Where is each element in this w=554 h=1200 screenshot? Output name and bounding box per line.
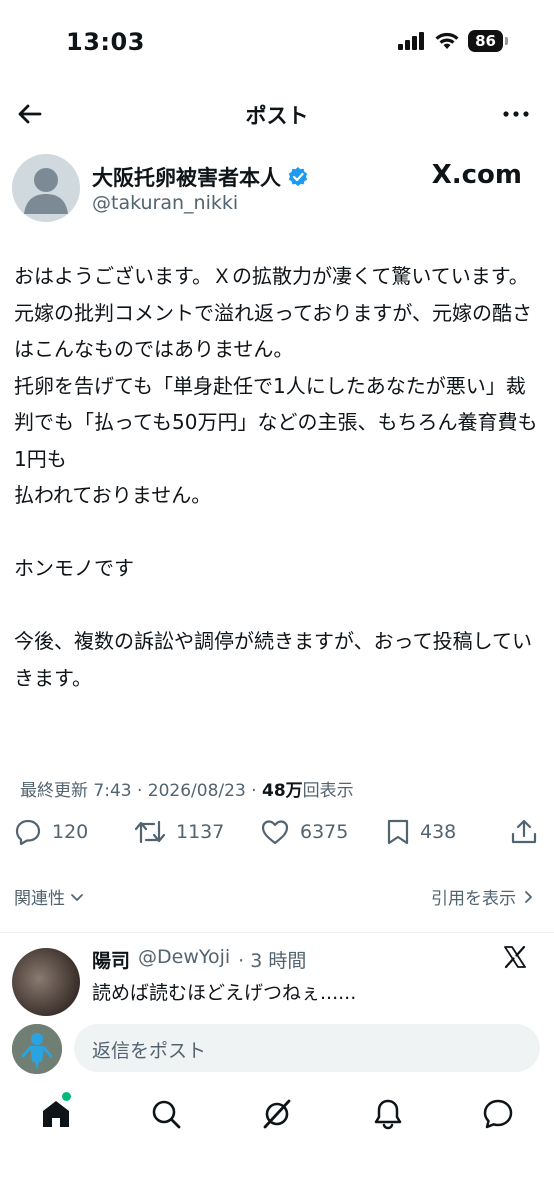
battery-level: 86 <box>468 30 503 52</box>
author-name-text: 大阪托卵被害者本人 <box>92 166 281 190</box>
author-handle[interactable]: @takuran_nikki <box>92 192 238 214</box>
more-dots-icon[interactable] <box>500 98 532 130</box>
sort-dropdown[interactable]: 関連性 <box>14 884 85 909</box>
home-icon[interactable] <box>40 1098 72 1130</box>
wifi-icon <box>435 32 459 49</box>
search-icon[interactable] <box>150 1098 182 1130</box>
repost-button[interactable]: 1137 <box>134 818 224 846</box>
verified-badge-icon <box>288 167 308 187</box>
post-meta: 最終更新 7:43 · 2026/08/23 · 48万回表示 <box>20 776 354 801</box>
avatar[interactable] <box>12 154 80 222</box>
author-name[interactable]: 大阪托卵被害者本人 <box>92 162 309 192</box>
reply-time: · 3 時間 <box>238 950 307 972</box>
post-header: ポスト <box>0 90 554 138</box>
repost-icon <box>134 820 166 844</box>
reply-text: 読めば読むほどえげつねぇ...... <box>92 982 357 1004</box>
view-label: 回表示 <box>302 781 354 801</box>
notification-dot <box>62 1092 71 1101</box>
user-avatar-figure-icon <box>12 1024 62 1074</box>
view-quotes-label: 引用を表示 <box>431 889 516 909</box>
reply-avatar[interactable] <box>12 948 80 1016</box>
page-title: ポスト <box>245 104 309 128</box>
view-count[interactable]: 48万 <box>262 781 303 801</box>
like-button[interactable]: 6375 <box>260 818 348 846</box>
reply-count: 120 <box>52 821 89 843</box>
bell-icon[interactable] <box>372 1098 404 1130</box>
reply-composer: 返信をポスト <box>0 1022 554 1080</box>
reply-button[interactable]: 120 <box>14 818 88 846</box>
bookmark-icon <box>387 819 409 845</box>
messages-icon[interactable] <box>482 1098 514 1130</box>
sort-label: 関連性 <box>14 889 65 909</box>
status-bar: 13:03 86 <box>0 0 554 80</box>
heart-icon <box>261 820 289 845</box>
battery-nub <box>505 37 508 45</box>
post-text: おはようございます。Ｘの拡散力が凄くて驚いています。 元嫁の批判コメントで溢れ返… <box>14 264 538 690</box>
reply-icon <box>15 819 41 846</box>
current-user-avatar[interactable] <box>12 1024 62 1074</box>
post-author: 大阪托卵被害者本人 @takuran_nikki X.com <box>0 152 554 232</box>
bookmark-button[interactable]: 438 <box>386 818 456 846</box>
reply-input[interactable]: 返信をポスト <box>74 1024 540 1072</box>
status-indicators: 86 <box>398 30 508 52</box>
reply-item[interactable]: 陽司 @DewYoji · 3 時間 読めば読むほどえげつねぇ...... <box>0 944 554 1024</box>
share-icon[interactable] <box>510 818 538 846</box>
chevron-down-icon <box>71 893 83 901</box>
grok-icon[interactable] <box>261 1098 293 1130</box>
reply-author-handle[interactable]: @DewYoji <box>138 946 230 973</box>
reply-input-placeholder: 返信をポスト <box>92 1040 207 1062</box>
cellular-signal-icon <box>398 32 425 50</box>
chevron-right-icon <box>525 890 532 903</box>
source-logo: X.com <box>431 160 522 190</box>
x-logo-icon <box>504 945 526 969</box>
bottom-tab-bar <box>0 1086 554 1150</box>
divider <box>0 932 554 933</box>
post-timestamp: 最終更新 7:43 · 2026/08/23 · <box>20 781 262 801</box>
repost-count: 1137 <box>176 821 225 843</box>
reply-header: 陽司 @DewYoji · 3 時間 <box>92 946 306 973</box>
like-count: 6375 <box>300 821 349 843</box>
status-time: 13:03 <box>66 28 145 56</box>
reply-author-name[interactable]: 陽司 <box>92 946 130 973</box>
action-bar: 120 1137 6375 438 <box>0 818 554 858</box>
view-quotes-link[interactable]: 引用を表示 <box>431 884 536 909</box>
bookmark-count: 438 <box>420 821 457 843</box>
default-avatar-icon <box>24 168 68 214</box>
